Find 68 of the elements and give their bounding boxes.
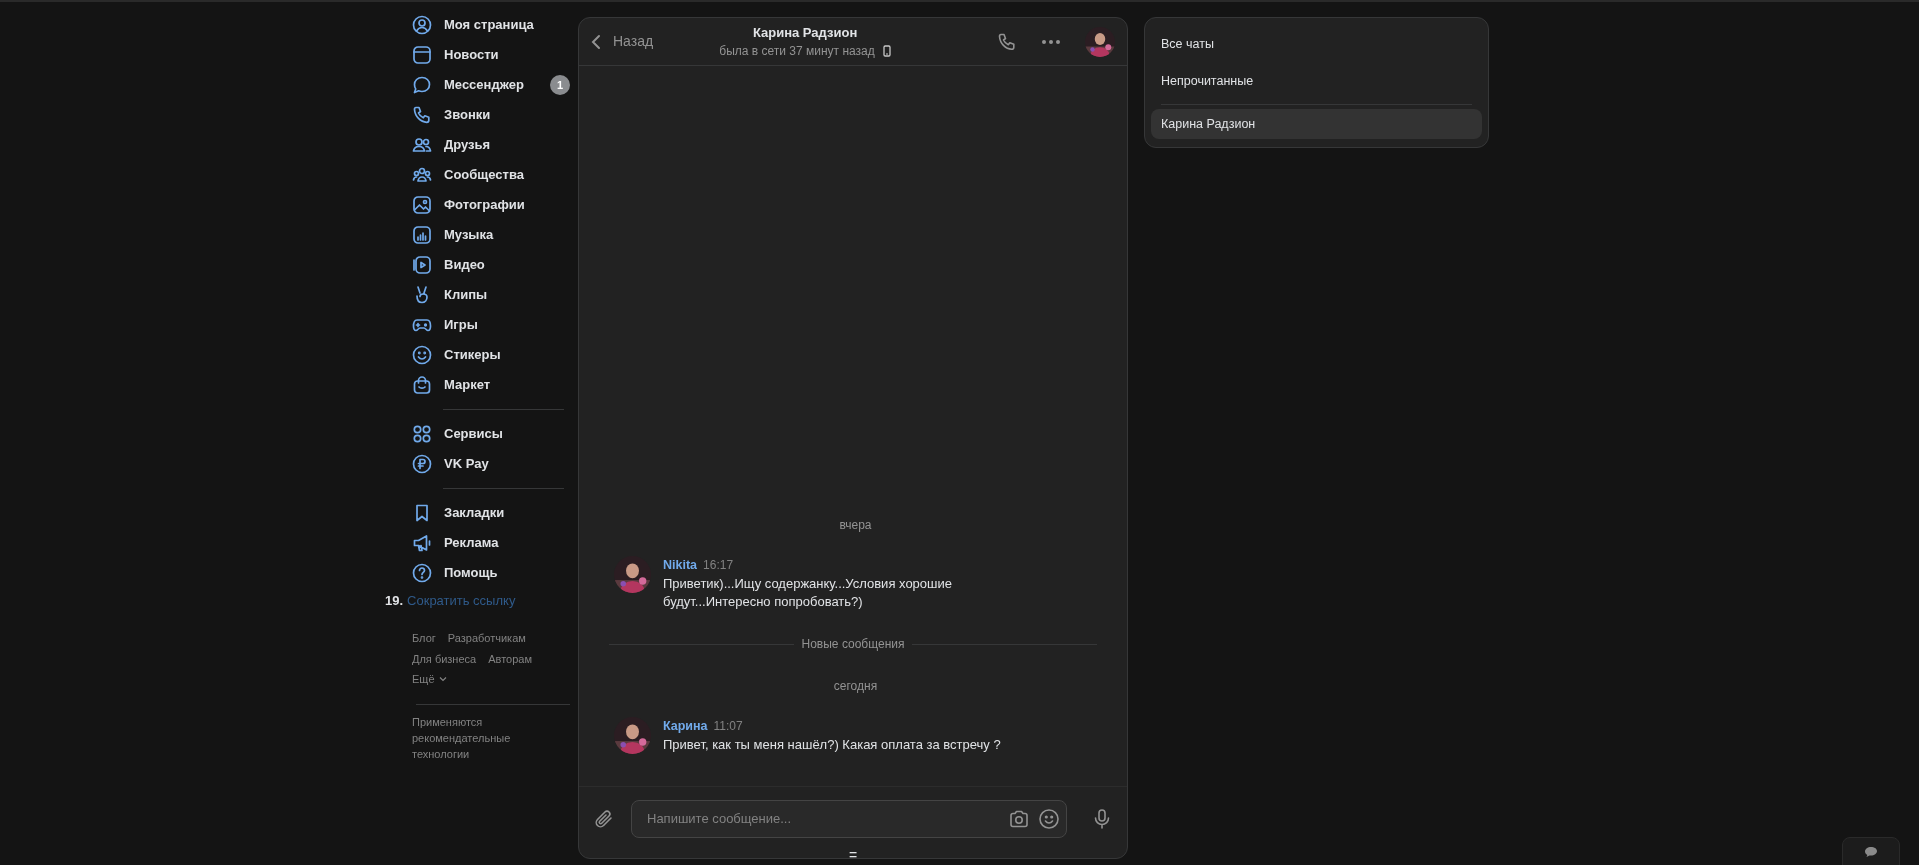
sidebar-item[interactable]: Игры <box>400 310 570 340</box>
smiley-icon <box>412 345 432 365</box>
date-label: сегодня <box>832 678 879 695</box>
paperclip-icon[interactable] <box>593 807 615 830</box>
play-icon <box>412 255 432 275</box>
back-icon <box>591 33 601 50</box>
footer-link[interactable]: Для бизнеса <box>412 650 477 667</box>
recommendation-notice: Применяются рекомендательные технологии <box>411 714 512 762</box>
sidebar-item[interactable]: Моя страница <box>400 10 570 40</box>
sidebar-item[interactable]: Клипы <box>400 280 570 310</box>
more-icon[interactable] <box>1041 38 1061 45</box>
sidebar-item[interactable]: Новости <box>400 40 570 70</box>
sidebar-item[interactable]: Помощь <box>400 558 570 588</box>
sidebar-item[interactable]: Стикеры <box>400 340 570 370</box>
chevron-down-icon <box>438 676 447 683</box>
folder-item[interactable]: Все чаты <box>1151 26 1482 63</box>
ruble-icon <box>412 454 432 474</box>
image-icon <box>412 195 432 215</box>
footer-link[interactable]: Разработчикам <box>447 630 526 647</box>
chat-icon <box>1864 846 1878 858</box>
sidebar-item[interactable]: Закладки <box>400 498 570 528</box>
message-time: 11:07 <box>713 718 743 735</box>
sidebar-item[interactable]: Друзья <box>400 130 570 160</box>
sidebar-item[interactable]: Сервисы <box>400 419 570 449</box>
chat-button[interactable] <box>1842 837 1900 865</box>
people-icon <box>412 135 432 155</box>
author-name[interactable]: Карина <box>663 717 708 736</box>
group-icon <box>412 165 432 185</box>
more-link[interactable]: Ещё <box>412 671 447 688</box>
grid-icon <box>412 424 432 444</box>
message-text: Привет, как ты меня нашёл?) Какая оплата за встречу ? <box>663 735 1001 754</box>
footer-link[interactable]: Блог <box>412 630 436 647</box>
online-status: была в сети 37 минут назад <box>719 43 875 61</box>
footer-link[interactable]: Авторам <box>488 650 532 667</box>
message-text: Приветик)...Ищу содержанку...Условия хорошие будут...Интересно попробовать?) <box>663 575 953 611</box>
chat-title: Карина Радзион <box>752 23 858 42</box>
sidebar-item[interactable]: VK Pay <box>400 449 570 479</box>
sidebar-item[interactable]: Мессенджер 1 <box>400 70 570 100</box>
date-label: вчера <box>838 517 873 535</box>
new-messages-label: Новые сообщения <box>801 636 905 653</box>
sidebar-item[interactable]: Музыка <box>400 220 570 250</box>
phone-icon <box>412 105 432 125</box>
equalizer-icon <box>412 225 432 245</box>
author-name[interactable]: Nikita <box>663 556 698 575</box>
speech-bubble-icon <box>412 75 432 95</box>
list-number: 19. <box>385 592 404 611</box>
resize-handle[interactable]: = <box>848 848 858 858</box>
counter-badge: 1 <box>550 75 570 95</box>
sidebar-item[interactable]: Маркет <box>400 370 570 400</box>
sidebar-item[interactable]: Фотографии <box>400 190 570 220</box>
smiley-icon[interactable] <box>1038 807 1060 830</box>
megaphone-icon <box>412 533 432 553</box>
mobile-phone-icon <box>882 45 891 58</box>
folder-item[interactable]: Непрочитанные <box>1151 63 1482 100</box>
back-link[interactable]: Назад <box>591 31 654 52</box>
newspaper-icon <box>412 45 432 65</box>
sidebar-item[interactable]: Сообщества <box>400 160 570 190</box>
bag-icon <box>412 375 432 395</box>
message-input[interactable]: Напишите сообщение... <box>645 807 1000 830</box>
message-time: 16:17 <box>703 557 734 575</box>
sidebar-item[interactable]: Видео <box>400 250 570 280</box>
phone-icon[interactable] <box>997 31 1017 52</box>
message-field[interactable]: Напишите сообщение... <box>631 799 1067 838</box>
question-icon <box>412 563 432 583</box>
sidebar-item[interactable]: Реклама <box>400 528 570 558</box>
user-icon <box>412 15 432 35</box>
chat-item[interactable]: Карина Радзион <box>1151 109 1482 139</box>
sidebar-item[interactable]: Звонки <box>400 100 570 130</box>
